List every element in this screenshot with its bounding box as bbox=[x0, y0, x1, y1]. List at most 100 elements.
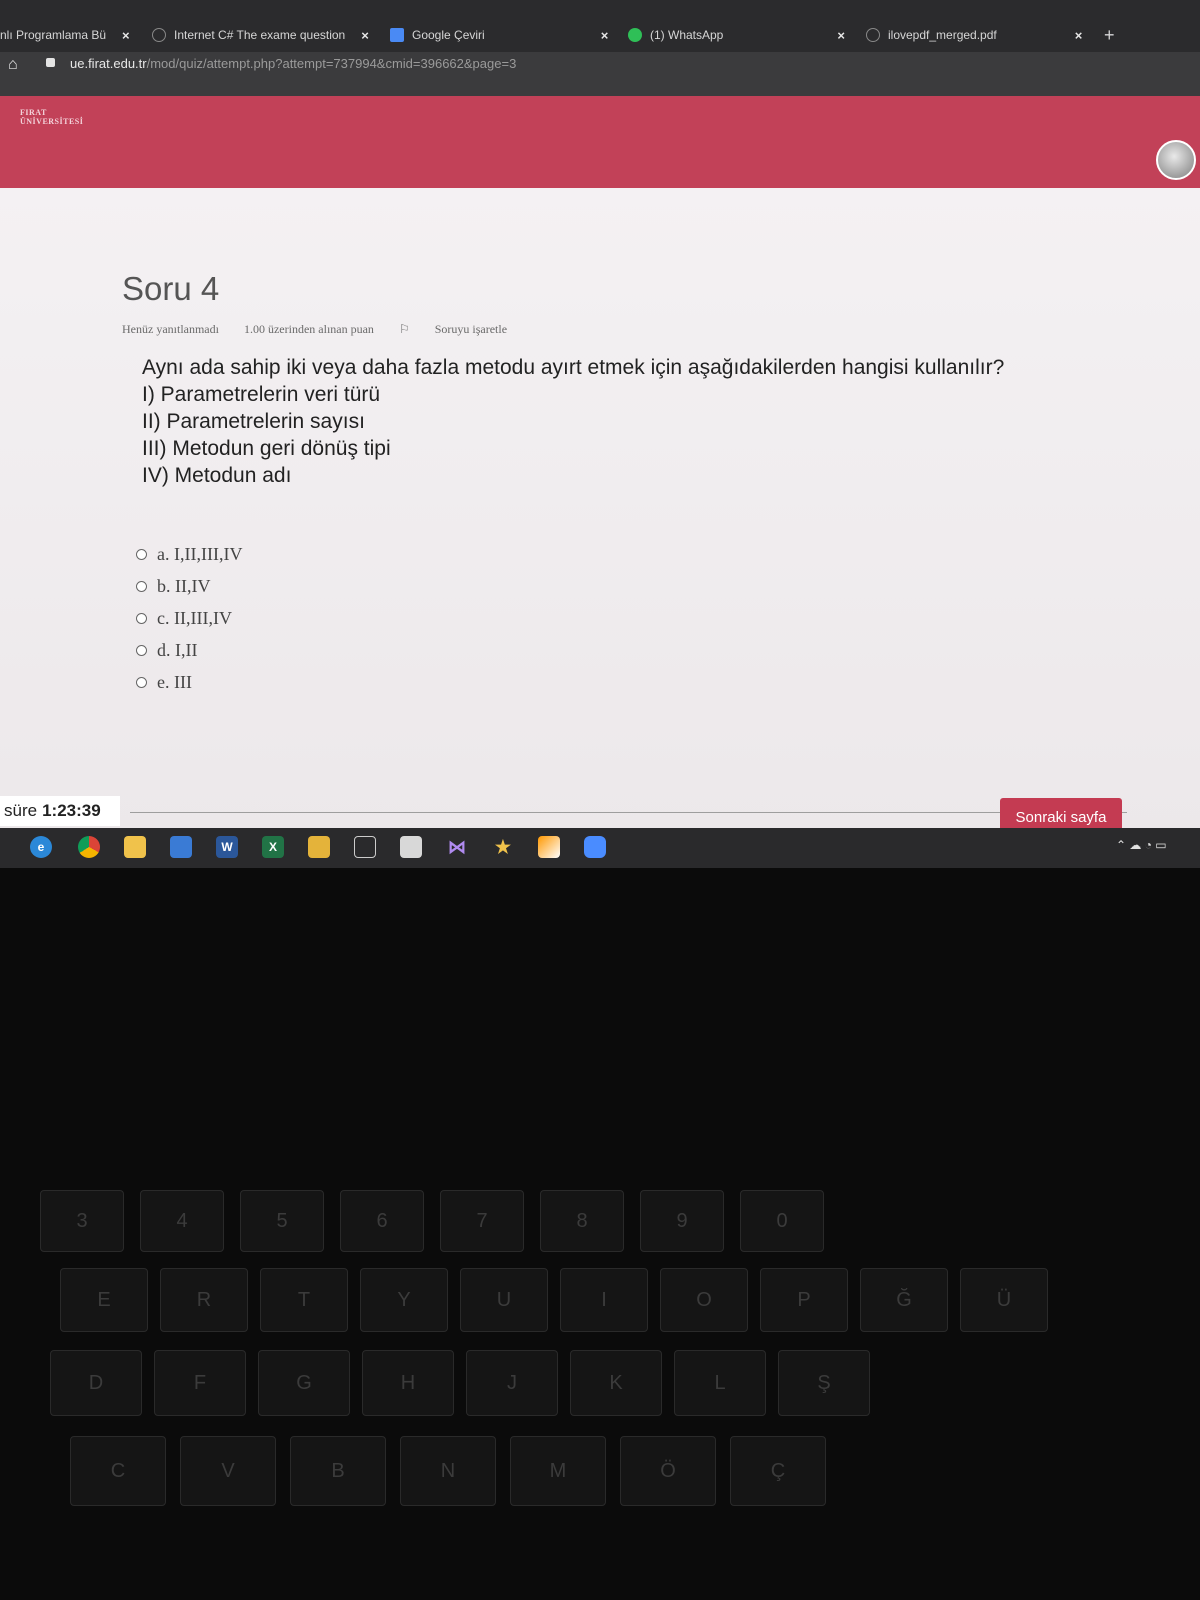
key: L bbox=[674, 1350, 766, 1416]
url-domain: ue.firat.edu.tr bbox=[70, 56, 147, 71]
key: G bbox=[258, 1350, 350, 1416]
key: Ü bbox=[960, 1268, 1048, 1332]
window-icon[interactable] bbox=[354, 836, 376, 858]
visual-studio-icon[interactable]: ⋈ bbox=[446, 836, 468, 858]
user-avatar[interactable] bbox=[1156, 140, 1196, 180]
key: Ğ bbox=[860, 1268, 948, 1332]
radio-button[interactable] bbox=[136, 548, 147, 560]
question-prompt: Aynı ada sahip iki veya daha fazla metod… bbox=[142, 356, 1005, 379]
key: O bbox=[660, 1268, 748, 1332]
calendar-icon[interactable] bbox=[170, 836, 192, 858]
answer-label: d. I,II bbox=[157, 639, 198, 660]
tab-label: ilovepdf_merged.pdf bbox=[888, 28, 997, 42]
cube-icon[interactable] bbox=[400, 836, 422, 858]
radio-button[interactable] bbox=[136, 580, 147, 592]
close-tab-icon[interactable]: × bbox=[361, 28, 369, 43]
timer-label: süre bbox=[4, 801, 38, 820]
key: E bbox=[60, 1268, 148, 1332]
key: M bbox=[510, 1436, 606, 1506]
site-navbar: FIRAT ÜNİVERSİTESİ bbox=[0, 96, 1200, 188]
key: H bbox=[362, 1350, 454, 1416]
question-points: 1.00 üzerinden alınan puan bbox=[243, 322, 374, 336]
close-tab-icon[interactable]: × bbox=[837, 28, 845, 43]
question-item: I) Parametrelerin veri türü bbox=[142, 383, 381, 406]
folder-icon[interactable] bbox=[308, 836, 330, 858]
close-tab-icon[interactable]: × bbox=[601, 28, 609, 43]
key: K bbox=[570, 1350, 662, 1416]
tab-internet-csharp[interactable]: Internet C# The exame question × bbox=[152, 18, 369, 52]
tab-label: (1) WhatsApp bbox=[650, 28, 724, 42]
chrome-icon[interactable] bbox=[78, 836, 100, 858]
timer-value: 1:23:39 bbox=[42, 801, 101, 820]
key: I bbox=[560, 1268, 648, 1332]
quiz-content: Soru 4 Henüz yanıtlanmadı 1.00 üzerinden… bbox=[0, 188, 1200, 856]
question-item: II) Parametrelerin sayısı bbox=[142, 410, 365, 433]
answer-option-b[interactable]: b. II,IV bbox=[136, 570, 242, 602]
home-icon[interactable]: ⌂ bbox=[8, 56, 18, 74]
key: Y bbox=[360, 1268, 448, 1332]
key: 4 bbox=[140, 1190, 224, 1252]
file-explorer-icon[interactable] bbox=[124, 836, 146, 858]
url-field[interactable]: ue.firat.edu.tr/mod/quiz/attempt.php?att… bbox=[70, 56, 516, 71]
quiz-page: FIRAT ÜNİVERSİTESİ Soru 4 Henüz yanıtlan… bbox=[0, 96, 1200, 856]
windows-taskbar: e W X ⋈ ★ ⌃ ☁ ◔ ▭ bbox=[0, 828, 1200, 868]
lock-icon[interactable] bbox=[46, 58, 55, 67]
tab-google-ceviri[interactable]: Google Çeviri × bbox=[390, 18, 608, 52]
key: Ş bbox=[778, 1350, 870, 1416]
flag-question-link[interactable]: ⚐ Soruyu işaretle bbox=[399, 322, 529, 336]
star-icon[interactable]: ★ bbox=[492, 836, 514, 858]
laptop-keyboard: 3 4 5 6 7 8 9 0 E R T Y U I O P Ğ Ü D F … bbox=[0, 868, 1200, 1600]
key: B bbox=[290, 1436, 386, 1506]
url-path: /mod/quiz/attempt.php?attempt=737994&cmi… bbox=[146, 56, 517, 71]
close-tab-icon[interactable]: × bbox=[122, 28, 130, 43]
answer-label: e. III bbox=[157, 671, 192, 692]
flag-icon: ⚐ bbox=[398, 322, 413, 336]
radio-button[interactable] bbox=[136, 644, 147, 656]
key: 5 bbox=[240, 1190, 324, 1252]
question-status: Henüz yanıtlanmadı bbox=[122, 322, 219, 336]
answer-option-d[interactable]: d. I,II bbox=[136, 634, 242, 666]
key: 9 bbox=[640, 1190, 724, 1252]
answer-option-c[interactable]: c. II,III,IV bbox=[136, 602, 242, 634]
tab-whatsapp[interactable]: (1) WhatsApp × bbox=[628, 18, 845, 52]
whatsapp-icon bbox=[628, 28, 642, 42]
tab-programlama[interactable]: nlı Programlama Bü × bbox=[0, 18, 130, 52]
key: R bbox=[160, 1268, 248, 1332]
tab-label: Internet C# The exame question bbox=[174, 28, 346, 42]
word-icon[interactable]: W bbox=[216, 836, 238, 858]
key: 8 bbox=[540, 1190, 624, 1252]
tab-label: Google Çeviri bbox=[412, 28, 485, 42]
globe-icon bbox=[152, 28, 166, 42]
edge-icon[interactable]: e bbox=[30, 836, 52, 858]
new-tab-button[interactable]: + bbox=[1104, 18, 1115, 52]
key: 7 bbox=[440, 1190, 524, 1252]
question-title: Soru 4 bbox=[122, 270, 220, 307]
logo-line2: ÜNİVERSİTESİ bbox=[20, 117, 84, 126]
question-meta: Henüz yanıtlanmadı 1.00 üzerinden alınan… bbox=[122, 322, 551, 337]
flag-label: Soruyu işaretle bbox=[434, 322, 508, 336]
system-tray[interactable]: ⌃ ☁ ◔ ▭ bbox=[1116, 838, 1167, 852]
key: U bbox=[460, 1268, 548, 1332]
university-logo[interactable]: FIRAT ÜNİVERSİTESİ bbox=[20, 108, 83, 126]
key: C bbox=[70, 1436, 166, 1506]
answer-option-e[interactable]: e. III bbox=[136, 666, 242, 698]
key: 0 bbox=[740, 1190, 824, 1252]
close-tab-icon[interactable]: × bbox=[1075, 28, 1083, 43]
tab-ilovepdf[interactable]: ilovepdf_merged.pdf × bbox=[866, 18, 1082, 52]
key: Ç bbox=[730, 1436, 826, 1506]
excel-icon[interactable]: X bbox=[262, 836, 284, 858]
zoom-icon[interactable] bbox=[584, 836, 606, 858]
answer-option-a[interactable]: a. I,II,III,IV bbox=[136, 538, 242, 570]
question-item: III) Metodun geri dönüş tipi bbox=[142, 437, 391, 460]
globe-icon bbox=[866, 28, 880, 42]
radio-button[interactable] bbox=[136, 612, 147, 624]
logo-line1: FIRAT bbox=[20, 108, 47, 117]
radio-button[interactable] bbox=[136, 676, 147, 688]
key: Ö bbox=[620, 1436, 716, 1506]
key: 6 bbox=[340, 1190, 424, 1252]
key: F bbox=[154, 1350, 246, 1416]
answer-label: c. II,III,IV bbox=[157, 607, 232, 628]
key: 3 bbox=[40, 1190, 124, 1252]
answer-options: a. I,II,III,IV b. II,IV c. II,III,IV d. … bbox=[136, 538, 242, 698]
sublime-icon[interactable] bbox=[538, 836, 560, 858]
